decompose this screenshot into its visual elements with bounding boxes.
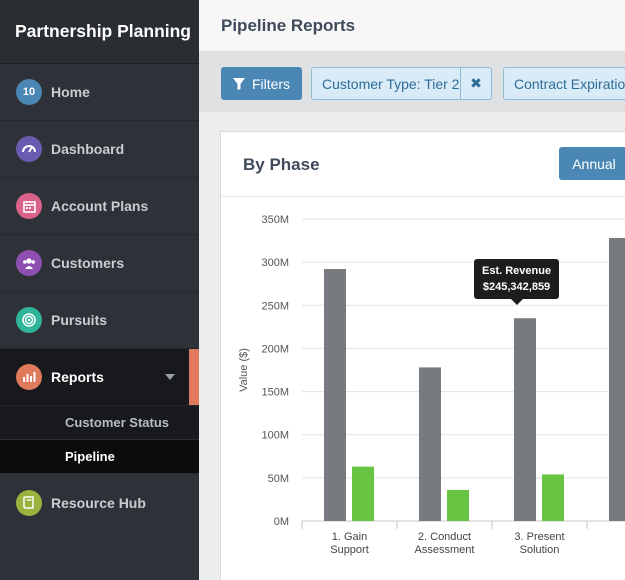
- sidebar-item-label: Pursuits: [51, 312, 108, 328]
- bar: [352, 466, 374, 521]
- sidebar-item-customers[interactable]: Customers: [0, 235, 199, 292]
- book-icon: [16, 489, 42, 516]
- tooltip-title: Est. Revenue: [482, 265, 552, 277]
- filter-bar: Filters Customer Type: Tier 2 ✖ Contract…: [199, 52, 625, 112]
- sidebar-item-pursuits[interactable]: Pursuits: [0, 292, 199, 349]
- x-tick-label: Solution: [520, 544, 560, 556]
- bar-chart-icon: [16, 364, 42, 390]
- filter-chip-label: Contract Expiration: [514, 75, 625, 92]
- sidebar-item-dashboard[interactable]: Dashboard: [0, 121, 199, 178]
- y-tick-label: 0M: [274, 516, 289, 528]
- target-icon: [16, 307, 42, 333]
- y-tick-label: 250M: [261, 300, 289, 312]
- sidebar-item-reports[interactable]: Reports: [0, 349, 199, 406]
- sidebar-item-label: Account Plans: [51, 198, 149, 214]
- by-phase-card: By Phase Annual 0M 50M 100M 150M 200M 250M 300…: [220, 131, 625, 580]
- y-tick-label: 100M: [261, 430, 289, 442]
- users-icon: [16, 250, 42, 276]
- bar: [609, 237, 625, 521]
- sidebar-item-label: Home: [51, 84, 90, 100]
- x-tick-label: 3. Present: [514, 531, 564, 543]
- reports-subnav: Customer Status Pipeline: [0, 406, 199, 474]
- y-tick-label: 300M: [261, 257, 289, 269]
- filters-button[interactable]: Filters: [221, 67, 302, 100]
- sidebar-item-account-plans[interactable]: Account Plans: [0, 178, 199, 235]
- page-header: Pipeline Reports: [199, 0, 625, 52]
- close-icon[interactable]: ✖: [460, 68, 491, 99]
- x-tick-label: Assessment: [415, 544, 475, 556]
- sidebar-item-home[interactable]: 10 Home: [0, 64, 199, 121]
- y-tick-label: 150M: [261, 387, 289, 399]
- page-title: Pipeline Reports: [221, 16, 356, 35]
- sidebar-item-label: Dashboard: [51, 141, 125, 157]
- bar: [447, 489, 469, 521]
- y-axis-label: Value ($): [238, 348, 250, 392]
- filter-chip-label: Customer Type: Tier 2: [322, 75, 460, 92]
- calendar-icon: [16, 193, 42, 219]
- x-tick-label: Support: [330, 544, 369, 556]
- bar: [419, 367, 441, 521]
- filter-chip-contract-expiration[interactable]: Contract Expiration: [503, 67, 625, 100]
- sidebar-item-label: Reports: [51, 369, 104, 385]
- tooltip-value: $245,342,859: [482, 281, 551, 293]
- filter-chip-customer-type[interactable]: Customer Type: Tier 2 ✖: [311, 67, 492, 100]
- bar: [542, 474, 564, 521]
- subnav-item-customer-status[interactable]: Customer Status: [0, 406, 199, 440]
- y-tick-label: 200M: [261, 343, 289, 355]
- home-badge-icon: 10: [16, 79, 42, 105]
- chart-tooltip: Est. Revenue $245,342,859: [474, 259, 560, 305]
- sidebar-item-label: Resource Hub: [51, 494, 146, 511]
- x-tick-label: 2. Conduct: [418, 531, 471, 543]
- app-brand: Partnership Planning: [0, 0, 199, 64]
- y-tick-label: 350M: [261, 214, 289, 226]
- sidebar-item-label: Customers: [51, 255, 125, 271]
- sidebar: Partnership Planning 10 Home Dashboard A…: [0, 0, 199, 580]
- by-phase-bar-chart: 0M 50M 100M 150M 200M 250M 300M 350M Value ($) 1.…: [238, 214, 625, 556]
- sidebar-item-resource-hub[interactable]: Resource Hub: [0, 474, 199, 531]
- gauge-icon: [16, 136, 42, 162]
- subnav-item-pipeline[interactable]: Pipeline: [0, 440, 199, 474]
- x-tick-label: 1. Gain: [332, 531, 367, 543]
- chevron-down-icon[interactable]: [165, 374, 175, 380]
- y-tick-label: 50M: [268, 473, 289, 485]
- bar: [324, 269, 346, 521]
- filter-icon: [232, 77, 245, 90]
- filters-button-label: Filters: [251, 75, 291, 92]
- bar: [514, 318, 536, 521]
